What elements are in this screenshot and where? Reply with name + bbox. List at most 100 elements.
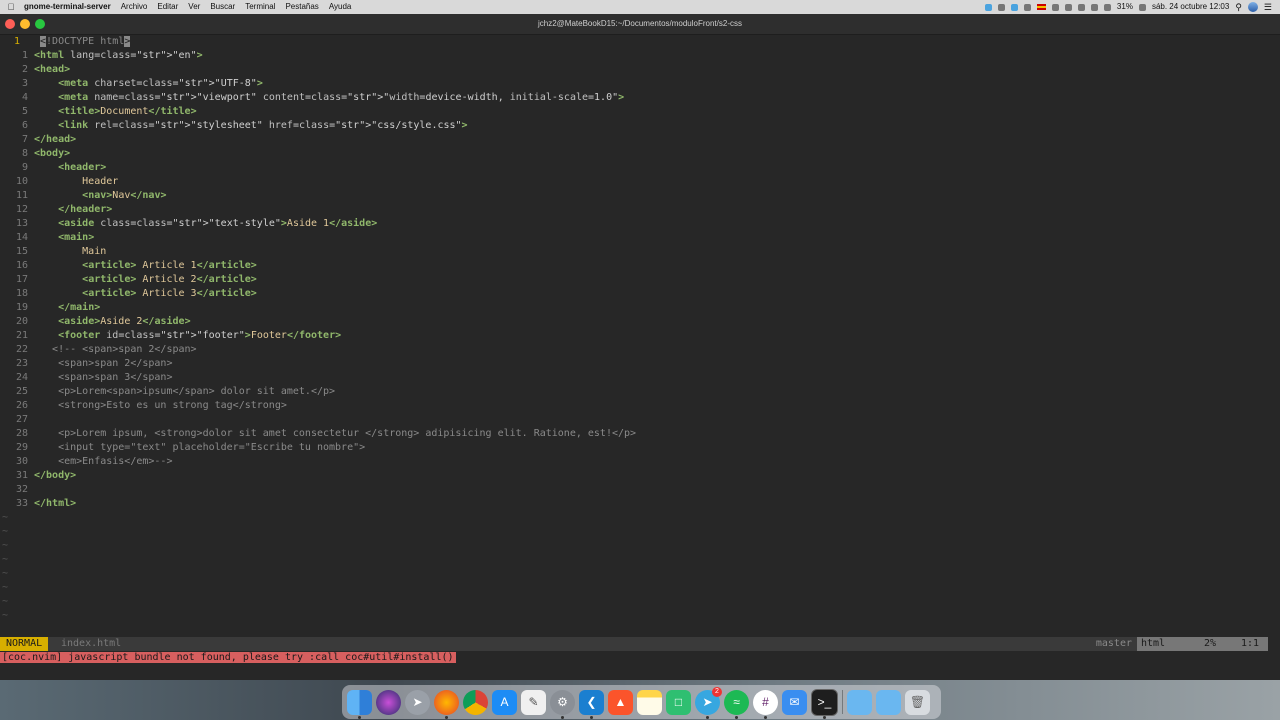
code-line[interactable]: 25 <p>Lorem<span>ipsum</span> dolor sit …	[0, 385, 1280, 399]
code-line[interactable]: 15 Main	[0, 245, 1280, 259]
code-line[interactable]: 8 <body>	[0, 147, 1280, 161]
line-content: <p>Lorem ipsum, <strong>dolor sit amet c…	[34, 428, 637, 439]
code-line[interactable]: 9 <header>	[0, 161, 1280, 175]
menu-editar[interactable]: Editar	[157, 0, 178, 14]
code-line[interactable]: 3 <meta charset=class="str">"UTF-8">	[0, 77, 1280, 91]
menu-ayuda[interactable]: Ayuda	[329, 0, 352, 14]
command-line[interactable]: [coc.nvim] javascript bundle not found, …	[0, 651, 1280, 665]
system-preferences-icon[interactable]: ⚙	[550, 689, 575, 719]
line-number: 6	[21, 120, 28, 131]
bluetooth-icon[interactable]	[1090, 3, 1098, 11]
code-line[interactable]: 1 <html lang=class="str">"en">	[0, 49, 1280, 63]
code-line[interactable]: 26 <strong>Esto es un strong tag</strong…	[0, 399, 1280, 413]
vscode-icon[interactable]: ❮	[579, 689, 604, 719]
code-line[interactable]: 4 <meta name=class="str">"viewport" cont…	[0, 91, 1280, 105]
code-line[interactable]: 19 </main>	[0, 301, 1280, 315]
code-line[interactable]: 22 <!-- <span>span 2</span>	[0, 343, 1280, 357]
finder-icon[interactable]	[347, 689, 372, 719]
code-line[interactable]: 32	[0, 483, 1280, 497]
status-app-icon[interactable]	[997, 3, 1005, 11]
battery-percent[interactable]: 31%	[1117, 0, 1133, 14]
control-center-icon[interactable]: ☰	[1264, 0, 1272, 14]
code-line[interactable]: 1 <!DOCTYPE html>	[0, 35, 1280, 49]
wifi-icon[interactable]	[1103, 3, 1111, 11]
firefox-icon[interactable]	[434, 689, 459, 719]
app-name-menu[interactable]: gnome-terminal-server	[24, 0, 111, 14]
menu-buscar[interactable]: Buscar	[210, 0, 235, 14]
telegram-icon[interactable]: ➤ 2	[695, 686, 722, 719]
telegram-badge: 2	[712, 686, 722, 697]
line-content: <aside>Aside 2</aside>	[58, 316, 191, 327]
status-app-icon[interactable]	[1010, 3, 1018, 11]
line-content: <html lang=class="str">"en">	[34, 50, 203, 61]
tilde-line: ~	[2, 526, 9, 537]
mail-icon[interactable]: ✉	[782, 689, 807, 715]
folder-icon[interactable]	[847, 689, 872, 715]
notes-icon[interactable]	[637, 689, 662, 715]
code-line[interactable]: 2 <head>	[0, 63, 1280, 77]
status-app-icon[interactable]	[1051, 3, 1059, 11]
numbers-icon[interactable]: □	[666, 689, 691, 715]
line-number: 17	[15, 274, 28, 285]
line-number: 32	[15, 484, 28, 495]
code-line[interactable]: 27	[0, 413, 1280, 427]
status-app-icon[interactable]	[1077, 3, 1085, 11]
code-line[interactable]: 10 Header	[0, 175, 1280, 189]
line-content: <span>span 2</span>	[34, 358, 173, 369]
launchpad-icon[interactable]: ➤	[405, 689, 430, 715]
menu-terminal[interactable]: Terminal	[245, 0, 275, 14]
line-number: 19	[15, 302, 28, 313]
apple-icon[interactable]: 	[4, 0, 18, 14]
downloads-folder-icon[interactable]	[876, 689, 901, 715]
code-line[interactable]: 14 <main>	[0, 231, 1280, 245]
textedit-icon[interactable]: ✎	[521, 689, 546, 715]
vim-editor[interactable]: 1 <!DOCTYPE html> 1 <html lang=class="str">…	[0, 35, 1280, 637]
app-store-icon[interactable]: A	[492, 689, 517, 715]
clock[interactable]: sáb. 24 octubre 12:03	[1152, 0, 1229, 14]
code-line[interactable]: 5 <title>Document</title>	[0, 105, 1280, 119]
terminal-icon[interactable]: >_	[811, 688, 838, 719]
code-line[interactable]: 6 <link rel=class="str">"stylesheet" hre…	[0, 119, 1280, 133]
siri-icon[interactable]	[376, 689, 401, 715]
status-app-icon[interactable]	[1023, 3, 1031, 11]
slack-icon[interactable]: #	[753, 689, 778, 719]
code-line[interactable]: 28 <p>Lorem ipsum, <strong>dolor sit ame…	[0, 427, 1280, 441]
tilde-line: ~	[2, 596, 9, 607]
code-line[interactable]: 30 <em>Enfasis</em>-->	[0, 455, 1280, 469]
code-line[interactable]: 11 <nav>Nav</nav>	[0, 189, 1280, 203]
line-content: </head>	[34, 134, 77, 145]
code-line[interactable]: 13 <aside class=class="str">"text-style"…	[0, 217, 1280, 231]
code-line[interactable]: 20 <aside>Aside 2</aside>	[0, 315, 1280, 329]
line-number: 31	[15, 470, 28, 481]
siri-menubar-icon[interactable]	[1247, 2, 1258, 12]
menu-pestanas[interactable]: Pestañas	[285, 0, 318, 14]
input-source-flag-icon[interactable]	[1036, 4, 1046, 10]
line-content: <input type="text" placeholder="Escribe …	[34, 442, 366, 453]
code-line[interactable]: 23 <span>span 2</span>	[0, 357, 1280, 371]
status-app-icon[interactable]	[984, 3, 992, 11]
volume-icon[interactable]	[1064, 3, 1072, 11]
spotlight-search-icon[interactable]: ⚲	[1235, 0, 1242, 14]
spotify-icon[interactable]: ≈	[724, 689, 749, 719]
chrome-icon[interactable]	[463, 689, 488, 715]
code-line[interactable]: 21 <footer id=class="str">"footer">Foote…	[0, 329, 1280, 343]
line-content: </body>	[34, 470, 77, 481]
code-line[interactable]: 12 </header>	[0, 203, 1280, 217]
code-line[interactable]: 17 <article> Article 2</article>	[0, 273, 1280, 287]
menu-archivo[interactable]: Archivo	[121, 0, 148, 14]
error-message: [coc.nvim] javascript bundle not found, …	[0, 652, 456, 663]
line-number: 22	[15, 344, 28, 355]
code-line[interactable]: 18 <article> Article 3</article>	[0, 287, 1280, 301]
battery-icon[interactable]	[1138, 3, 1146, 11]
code-line[interactable]: 16 <article> Article 1</article>	[0, 259, 1280, 273]
line-content: </html>	[34, 498, 77, 509]
trash-icon[interactable]: 🗑	[905, 689, 930, 715]
code-line[interactable]: 31 </body>	[0, 469, 1280, 483]
brave-icon[interactable]: ▲	[608, 689, 633, 715]
line-content: <meta charset=class="str">"UTF-8">	[58, 78, 263, 89]
code-line[interactable]: 29 <input type="text" placeholder="Escri…	[0, 441, 1280, 455]
code-line[interactable]: 33 </html>	[0, 497, 1280, 511]
menu-ver[interactable]: Ver	[188, 0, 200, 14]
code-line[interactable]: 7 </head>	[0, 133, 1280, 147]
code-line[interactable]: 24 <span>span 3</span>	[0, 371, 1280, 385]
